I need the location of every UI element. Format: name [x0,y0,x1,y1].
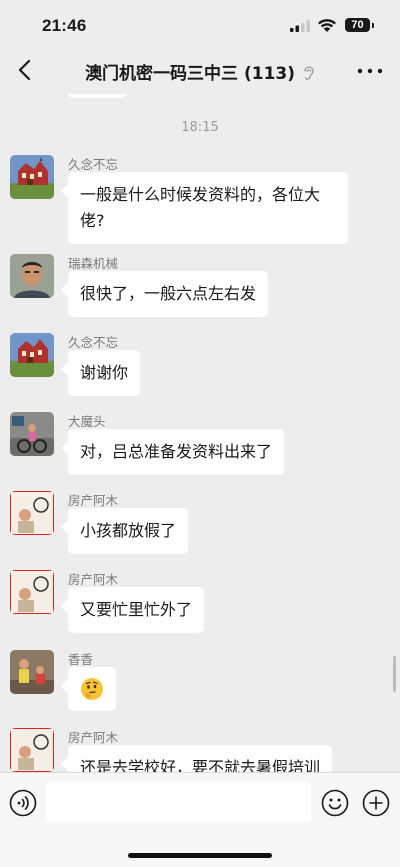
child-photo-avatar[interactable] [10,570,54,614]
child-photo-avatar[interactable] [10,491,54,535]
house-avatar[interactable] [10,155,54,199]
battery-tip [372,23,374,28]
more-icon[interactable] [354,60,386,82]
home-indicator[interactable] [128,853,272,858]
plus-icon[interactable] [362,789,390,817]
house-avatar[interactable] [10,333,54,377]
wifi-icon [318,19,336,32]
kids-avatar[interactable] [10,650,54,694]
man-avatar[interactable] [10,254,54,298]
sender-name: 久念不忘 [68,335,119,350]
message-timestamp: 18:15 [181,120,219,135]
sender-name: 房产阿木 [68,493,119,508]
back-icon[interactable] [14,58,38,82]
partial-message-bubble [68,94,126,98]
chat-title-text: 澳门机密一码三中三 (113) [85,64,296,84]
message-bubble[interactable]: 又要忙里忙外了 [68,587,205,633]
message-bubble[interactable]: 还是去学校好，要不就去暑假培训 [68,745,333,772]
message-bubble[interactable]: 小孩都放假了 [68,508,189,554]
status-bar: 21:46 70 [0,0,400,48]
cellular-signal-icon [290,20,310,32]
message-bubble[interactable]: 谢谢你 [68,350,141,396]
status-time: 21:46 [42,16,87,35]
voice-icon[interactable] [9,789,37,817]
sender-name: 香香 [68,652,94,667]
ear-icon [304,66,314,80]
emoji-icon[interactable] [321,789,349,817]
sender-name: 大魔头 [68,414,106,429]
sender-name: 房产阿木 [68,572,119,587]
sender-name: 瑞森机械 [68,256,119,271]
sender-name: 久念不忘 [68,157,119,172]
thinking-face-emoji [81,678,103,700]
child-bike-avatar[interactable] [10,412,54,456]
message-bubble[interactable]: 一般是什么时候发资料的，各位大佬? [68,172,348,244]
child-photo-avatar[interactable] [10,728,54,772]
message-list[interactable]: 18:15 久念不忘 一般是什么时候发资料的，各位大佬? 瑞森机械 很快了，一般… [0,94,400,772]
chat-header: 澳门机密一码三中三 (113) [0,48,400,94]
scrollbar[interactable] [393,656,396,692]
message-bubble[interactable]: 对，吕总准备发资料出来了 [68,429,285,475]
battery-level: 70 [345,18,370,32]
chat-title: 澳门机密一码三中三 (113) [70,59,330,84]
sender-name: 房产阿木 [68,730,119,745]
message-input[interactable] [46,782,311,822]
message-bubble[interactable] [68,667,116,711]
message-bubble[interactable]: 很快了，一般六点左右发 [68,271,269,317]
